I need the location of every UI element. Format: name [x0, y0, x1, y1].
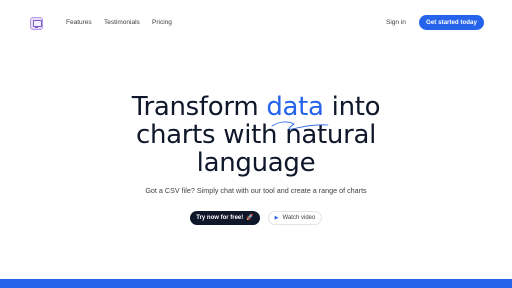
try-now-label: Try now for free!: [196, 215, 244, 221]
headline-part2: into: [323, 92, 381, 122]
hero-subtitle: Got a CSV file? Simply chat with our too…: [145, 186, 367, 195]
top-nav: Features Testimonials Pricing Sign in Ge…: [0, 0, 512, 46]
accent-squiggle-icon: [271, 121, 329, 130]
headline-part1: Transform: [131, 92, 267, 122]
hero-headline: Transform data into charts with natural …: [0, 93, 512, 177]
page: Features Testimonials Pricing Sign in Ge…: [0, 0, 512, 288]
nav-link-pricing[interactable]: Pricing: [152, 19, 172, 26]
watch-video-button[interactable]: ▶ Watch video: [268, 211, 322, 225]
bottom-color-band: [0, 279, 512, 288]
nav-link-testimonials[interactable]: Testimonials: [104, 19, 140, 26]
nav-link-features[interactable]: Features: [66, 19, 92, 26]
headline-line3: language: [196, 148, 316, 178]
watch-video-label: Watch video: [282, 215, 316, 221]
get-started-button[interactable]: Get started today: [419, 15, 484, 30]
play-icon: ▶: [274, 215, 279, 221]
logo-stand: [35, 27, 38, 28]
logo-screen: [33, 20, 42, 27]
rocket-icon: 🚀: [246, 215, 254, 221]
headline-line2: charts with natural: [135, 120, 377, 150]
sign-in-link[interactable]: Sign in: [386, 19, 406, 26]
try-now-button[interactable]: Try now for free! 🚀: [190, 211, 260, 225]
logo-icon[interactable]: [30, 17, 43, 30]
